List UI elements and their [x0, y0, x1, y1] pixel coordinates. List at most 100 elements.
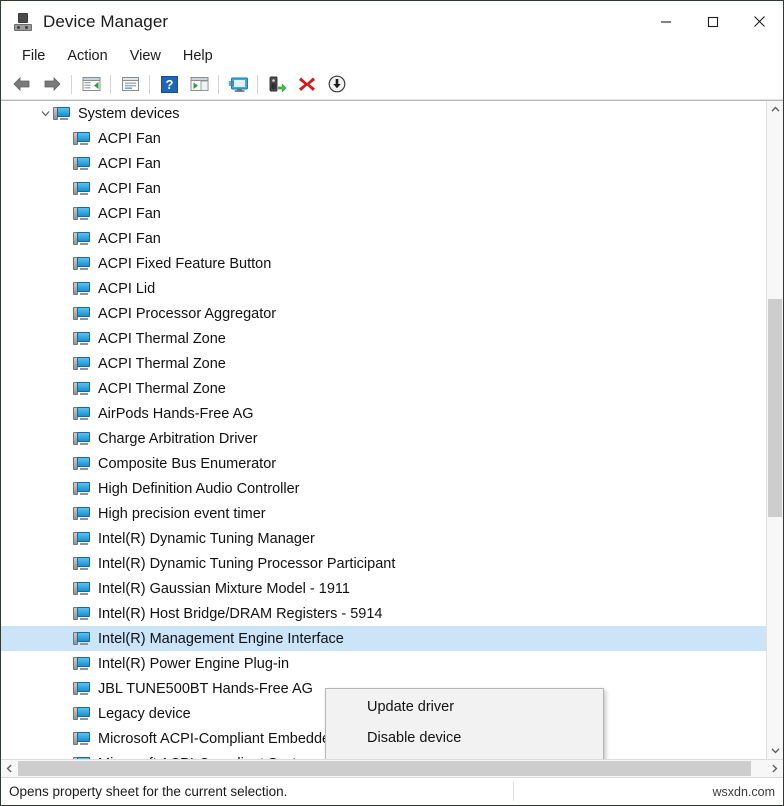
list-item[interactable]: ACPI Fixed Feature Button [1, 251, 766, 276]
list-item-label: Intel(R) Host Bridge/DRAM Registers - 59… [98, 605, 383, 622]
list-item[interactable]: ACPI Fan [1, 226, 766, 251]
context-menu-item-update-driver[interactable]: Update driver [326, 691, 603, 722]
device-tree[interactable]: System devices ACPI Fan ACPI Fan ACPI Fa… [1, 101, 766, 759]
vertical-scrollbar[interactable] [766, 101, 783, 759]
device-icon [73, 356, 91, 372]
list-item-label: Intel(R) Management Engine Interface [98, 630, 344, 647]
list-item-label: ACPI Fan [98, 230, 161, 247]
close-button[interactable] [736, 1, 783, 42]
minimize-button[interactable] [642, 1, 689, 42]
back-button[interactable] [7, 71, 37, 97]
list-item[interactable]: Intel(R) Gaussian Mixture Model - 1911 [1, 576, 766, 601]
list-item[interactable]: ACPI Thermal Zone [1, 351, 766, 376]
content-area: System devices ACPI Fan ACPI Fan ACPI Fa… [1, 100, 783, 759]
show-window-icon [190, 77, 208, 91]
horizontal-scroll-thumb[interactable] [18, 761, 752, 776]
device-manager-icon [13, 12, 33, 32]
list-item[interactable]: ACPI Lid [1, 276, 766, 301]
device-icon [73, 556, 91, 572]
disable-device-button[interactable] [322, 71, 352, 97]
toolbar-separator [110, 74, 111, 94]
scroll-left-icon[interactable] [1, 760, 18, 777]
list-item[interactable]: High Definition Audio Controller [1, 476, 766, 501]
scroll-right-icon[interactable] [766, 760, 783, 777]
scan-hardware-changes-button[interactable] [223, 71, 253, 97]
list-item[interactable]: Intel(R) Host Bridge/DRAM Registers - 59… [1, 601, 766, 626]
device-icon [73, 506, 91, 522]
device-icon [73, 331, 91, 347]
chevron-down-icon[interactable] [37, 109, 53, 118]
monitor-scan-icon [228, 77, 248, 92]
list-item[interactable]: Composite Bus Enumerator [1, 451, 766, 476]
horizontal-scrollbar[interactable] [1, 759, 783, 777]
list-item-selected[interactable]: Intel(R) Management Engine Interface [1, 626, 766, 651]
context-menu-item-uninstall-device[interactable]: Uninstall device [326, 753, 603, 759]
list-item[interactable]: Intel(R) Dynamic Tuning Manager [1, 526, 766, 551]
svg-text:?: ? [165, 77, 173, 92]
list-item-label: Microsoft ACPI-Compliant System [98, 756, 324, 760]
help-button[interactable]: ? [154, 71, 184, 97]
list-item-label: ACPI Fixed Feature Button [98, 255, 272, 272]
list-item[interactable]: ACPI Thermal Zone [1, 376, 766, 401]
scroll-up-icon[interactable] [767, 101, 783, 118]
up-one-level-button[interactable] [76, 71, 106, 97]
vertical-scroll-thumb[interactable] [768, 298, 782, 518]
status-bar-divider [513, 782, 514, 801]
device-icon [73, 731, 91, 747]
forward-button[interactable] [37, 71, 67, 97]
red-x-icon [299, 77, 315, 91]
list-item[interactable]: Intel(R) Dynamic Tuning Processor Partic… [1, 551, 766, 576]
back-arrow-icon [13, 77, 30, 91]
status-bar-text: Opens property sheet for the current sel… [9, 784, 288, 799]
list-item-label: Intel(R) Gaussian Mixture Model - 1911 [98, 580, 350, 597]
context-menu-item-disable-device[interactable]: Disable device [326, 722, 603, 753]
menu-help[interactable]: Help [172, 45, 224, 67]
vertical-scroll-track[interactable] [767, 118, 783, 742]
list-item[interactable]: ACPI Fan [1, 151, 766, 176]
properties-button[interactable] [115, 71, 145, 97]
menu-bar: File Action View Help [1, 42, 783, 69]
tree-root-system-devices[interactable]: System devices [1, 101, 766, 126]
list-item-label: ACPI Fan [98, 205, 161, 222]
list-item[interactable]: ACPI Fan [1, 201, 766, 226]
maximize-button[interactable] [689, 1, 736, 42]
device-icon [73, 581, 91, 597]
toolbar-separator [218, 74, 219, 94]
device-icon [73, 181, 91, 197]
device-icon [73, 131, 91, 147]
list-item-label: Legacy device [98, 705, 191, 722]
list-item[interactable]: ACPI Thermal Zone [1, 326, 766, 351]
tree-root-label: System devices [78, 105, 180, 122]
list-item-label: ACPI Lid [98, 280, 156, 297]
list-item[interactable]: ACPI Fan [1, 176, 766, 201]
device-icon [73, 656, 91, 672]
list-item[interactable]: ACPI Processor Aggregator [1, 301, 766, 326]
up-level-icon [82, 77, 100, 91]
list-item[interactable]: Charge Arbitration Driver [1, 426, 766, 451]
list-item-label: ACPI Fan [98, 180, 161, 197]
menu-view[interactable]: View [119, 45, 172, 67]
show-hidden-devices-button[interactable] [184, 71, 214, 97]
list-item[interactable]: High precision event timer [1, 501, 766, 526]
list-item-label: ACPI Thermal Zone [98, 355, 226, 372]
scroll-down-icon[interactable] [767, 742, 783, 759]
list-item[interactable]: Intel(R) Power Engine Plug-in [1, 651, 766, 676]
list-item-label: ACPI Thermal Zone [98, 380, 226, 397]
list-item-label: AirPods Hands-Free AG [98, 405, 254, 422]
device-icon [73, 381, 91, 397]
uninstall-device-button[interactable] [292, 71, 322, 97]
toolbar-separator [257, 74, 258, 94]
toolbar: ? [1, 69, 783, 100]
device-icon [73, 206, 91, 222]
list-item-label: Intel(R) Dynamic Tuning Processor Partic… [98, 555, 396, 572]
menu-action[interactable]: Action [56, 45, 118, 67]
watermark: wsxdn.com [712, 784, 775, 799]
horizontal-scroll-track[interactable] [18, 760, 766, 777]
device-icon [73, 606, 91, 622]
menu-file[interactable]: File [11, 45, 56, 67]
list-item-label: Charge Arbitration Driver [98, 430, 258, 447]
list-item[interactable]: ACPI Fan [1, 126, 766, 151]
list-item-label: High Definition Audio Controller [98, 480, 300, 497]
list-item[interactable]: AirPods Hands-Free AG [1, 401, 766, 426]
update-driver-button[interactable] [262, 71, 292, 97]
